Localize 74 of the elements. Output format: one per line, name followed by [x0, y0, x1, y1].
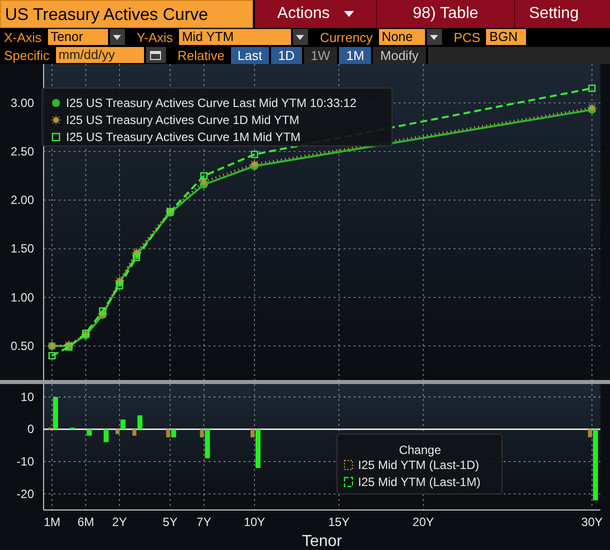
- axis-tick-label: 5Y: [162, 515, 178, 529]
- dropdown-button[interactable]: [292, 29, 308, 45]
- dropdown-field[interactable]: Tenor: [48, 29, 108, 45]
- field-label: Specific: [3, 48, 51, 62]
- legend-label: I25 Mid YTM (Last-1D): [358, 458, 480, 472]
- legend-marker-icon: [52, 132, 60, 142]
- dropdown-field[interactable]: BGN: [486, 29, 526, 45]
- legend-marker-icon: [52, 99, 60, 107]
- period-toggle[interactable]: Last: [230, 46, 270, 64]
- date-field[interactable]: mm/dd/yy: [56, 47, 144, 63]
- axis-tick-label: 1M: [44, 515, 60, 529]
- axis-tick-label: 20Y: [412, 515, 434, 529]
- square-marker: [588, 84, 596, 92]
- legend-label: I25 US Treasury Actives Curve 1D Mid YTM: [66, 113, 300, 127]
- axis-tick-label: 2.50: [10, 144, 34, 158]
- square-marker: [116, 282, 124, 290]
- field-label: Relative: [176, 48, 226, 62]
- axis-tick-label: 6M: [77, 515, 94, 529]
- change-bar: [104, 429, 109, 442]
- period-toggle[interactable]: 1D: [271, 46, 302, 64]
- modify-button[interactable]: Modify: [373, 46, 426, 64]
- star-marker: [130, 247, 142, 258]
- caret-icon: [430, 34, 438, 40]
- field-label: Y-Axis: [136, 30, 174, 44]
- star-marker: [164, 205, 176, 216]
- caret-icon: [296, 34, 304, 40]
- star-marker: [80, 328, 92, 340]
- legend-marker-icon: [344, 476, 354, 488]
- dropdown-field[interactable]: None: [378, 29, 425, 45]
- dropdown-button[interactable]: [426, 29, 442, 45]
- calendar-icon: [150, 50, 162, 60]
- period-toggle[interactable]: 1M: [339, 46, 372, 64]
- change-bar: [86, 429, 92, 436]
- star-marker: [97, 308, 108, 320]
- square-marker: [99, 307, 106, 315]
- axis-tick-label: 1.00: [10, 290, 34, 304]
- square-marker: [250, 150, 258, 158]
- caret-icon: [344, 11, 354, 17]
- square-marker: [132, 254, 140, 262]
- dropdown-button[interactable]: [110, 29, 125, 45]
- axis-tick-label: 10: [20, 390, 34, 404]
- axis-tick-label: 3.00: [10, 96, 34, 110]
- star-marker: [114, 275, 126, 286]
- square-marker: [200, 172, 208, 180]
- caret-icon: [113, 34, 122, 40]
- square-marker: [48, 352, 56, 360]
- axis-tick-label: 0.50: [10, 338, 34, 353]
- axis-tick-label: 2.00: [10, 193, 34, 208]
- legend-label: I25 Mid YTM (Last-1M): [358, 475, 480, 489]
- field-label: X-Axis: [3, 30, 43, 44]
- axis-tick-label: 30Y: [581, 515, 603, 529]
- legend-marker-icon: [344, 460, 354, 470]
- legend-marker-icon: [50, 114, 62, 126]
- star-marker: [198, 176, 210, 188]
- star-marker: [586, 102, 598, 114]
- legend-label: I25 US Treasury Actives Curve 1M Mid YTM: [66, 130, 301, 144]
- axis-tick-label: -20: [16, 486, 34, 501]
- axis-tick-label: -10: [16, 454, 34, 469]
- axis-tick-label: 10Y: [244, 515, 266, 529]
- legend-title: Change: [398, 443, 442, 457]
- field-label: PCS: [452, 30, 482, 44]
- axis-tick-label: 0: [27, 422, 34, 436]
- axis-tick-label: 15Y: [328, 515, 350, 529]
- square-marker: [82, 330, 90, 337]
- window-title: US Treasury Actives Curve: [0, 0, 253, 28]
- axis-title: Tenor: [302, 533, 342, 550]
- field-label: Currency: [318, 30, 374, 44]
- axis-tick-label: 1.50: [10, 242, 34, 256]
- legend-label: I25 US Treasury Actives Curve Last Mid YTM 10:33:12: [66, 96, 357, 110]
- calendar-button[interactable]: [146, 47, 166, 63]
- dropdown-field[interactable]: Mid YTM: [178, 29, 291, 45]
- axis-tick-label: 7Y: [196, 515, 212, 529]
- period-toggle[interactable]: 1W: [304, 46, 338, 64]
- axis-tick-label: 2Y: [112, 515, 127, 529]
